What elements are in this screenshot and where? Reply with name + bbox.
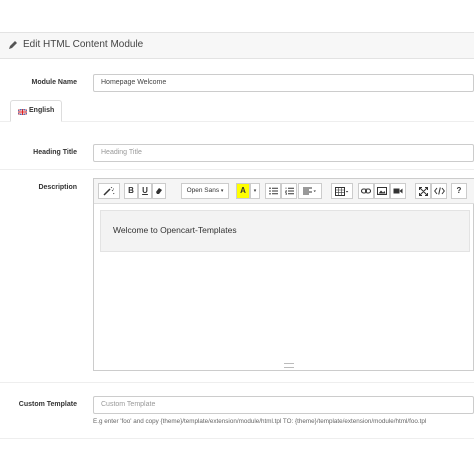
editor-content-text: Welcome to Opencart-Templates	[113, 225, 237, 235]
bottom-border	[0, 438, 474, 439]
align-left-icon	[303, 187, 316, 195]
tab-english[interactable]: English	[10, 100, 62, 122]
ordered-list-button[interactable]	[281, 183, 297, 199]
uk-flag-icon	[18, 109, 27, 115]
unordered-list-button[interactable]	[265, 183, 281, 199]
heading-title-label: Heading Title	[33, 149, 77, 156]
module-name-label: Module Name	[31, 79, 77, 86]
font-family-value: Open Sans	[186, 187, 220, 194]
magic-wand-icon	[103, 187, 115, 196]
pencil-icon	[9, 41, 17, 49]
fullscreen-button[interactable]	[415, 183, 431, 199]
font-family-dropdown[interactable]: Open Sans ▾	[181, 183, 229, 199]
eraser-icon	[156, 188, 162, 194]
row-separator	[0, 169, 474, 170]
tab-border	[0, 121, 474, 122]
caret-down-icon: ▾	[220, 188, 224, 194]
resize-grip-icon[interactable]	[284, 363, 294, 368]
row-separator	[0, 382, 474, 383]
custom-template-help: E.g enter 'foo' and copy {theme}/templat…	[93, 418, 427, 425]
picture-icon	[377, 187, 387, 195]
bold-button[interactable]: B	[124, 183, 138, 199]
tab-english-label: English	[29, 107, 55, 114]
link-icon	[361, 188, 371, 194]
numbered-list-icon	[284, 187, 294, 195]
magic-style-button[interactable]	[98, 183, 120, 199]
expand-icon	[418, 187, 428, 196]
table-icon	[335, 187, 349, 196]
description-editor[interactable]: B U Open Sans ▾ A ▾ ? Welcome to Opencar…	[93, 178, 474, 371]
custom-template-input[interactable]: Custom Template	[93, 396, 474, 414]
font-color-dropdown[interactable]: ▾	[250, 183, 260, 199]
editor-toolbar: B U Open Sans ▾ A ▾ ?	[94, 179, 474, 204]
caret-down-icon: ▾	[253, 188, 257, 194]
link-button[interactable]	[358, 183, 374, 199]
heading-title-input[interactable]: Heading Title	[93, 144, 474, 162]
custom-template-label: Custom Template	[18, 401, 77, 408]
video-icon	[393, 188, 403, 194]
paragraph-align-dropdown[interactable]	[298, 183, 322, 199]
code-view-button[interactable]	[431, 183, 447, 199]
table-dropdown[interactable]	[331, 183, 353, 199]
module-name-input[interactable]: Homepage Welcome	[93, 74, 474, 92]
underline-button[interactable]: U	[138, 183, 152, 199]
bullet-list-icon	[268, 187, 278, 195]
font-color-button[interactable]: A	[236, 183, 250, 199]
panel-header: Edit HTML Content Module	[0, 32, 474, 59]
panel-title: Edit HTML Content Module	[23, 39, 144, 50]
image-button[interactable]	[374, 183, 390, 199]
code-icon	[433, 187, 445, 195]
description-label: Description	[38, 184, 77, 191]
help-button[interactable]: ?	[451, 183, 467, 199]
video-button[interactable]	[390, 183, 406, 199]
clear-format-button[interactable]	[152, 183, 166, 199]
editor-content-block[interactable]: Welcome to Opencart-Templates	[100, 210, 470, 252]
